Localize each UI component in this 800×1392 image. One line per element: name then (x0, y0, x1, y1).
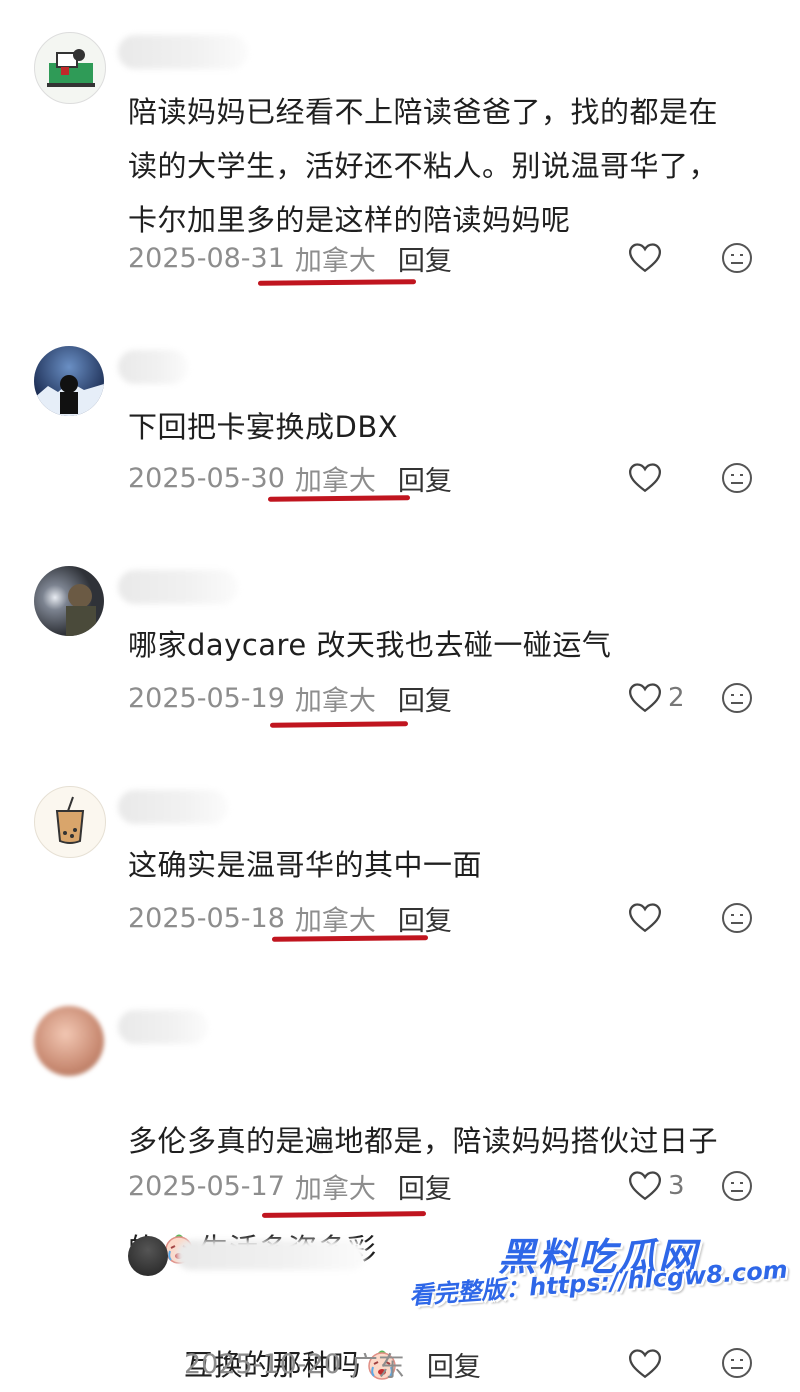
avatar[interactable] (34, 786, 106, 858)
comment-date: 2025-05-30 (128, 462, 285, 494)
username-blurred[interactable] (118, 790, 228, 824)
avatar[interactable] (34, 1006, 104, 1076)
heart-outline-icon (628, 1349, 662, 1379)
red-underline-annotation (269, 721, 409, 728)
reply-button[interactable]: 回复 (398, 679, 452, 718)
heart-outline-icon (628, 903, 662, 933)
comment-meta: 2025-10-20 广东 回复 (184, 1344, 481, 1384)
red-underline-annotation (257, 279, 417, 286)
reply-button[interactable]: 回复 (398, 239, 452, 278)
heart-outline-icon (628, 463, 662, 493)
comment-date: 2025-05-18 (128, 902, 285, 934)
comment-location: 加拿大 (294, 245, 376, 277)
emoji-face-icon[interactable] (720, 461, 754, 495)
username-blurred[interactable] (118, 1010, 208, 1044)
red-underline-annotation (271, 935, 429, 942)
emoji-face-icon[interactable] (720, 1169, 754, 1203)
comment-text: 这确实是温哥华的其中一面 (128, 848, 483, 882)
comment-location: 加拿大 (294, 1173, 376, 1205)
comment-date: 2025-10-20 (184, 1348, 341, 1380)
comment-meta: 2025-05-18 加拿大 回复 (128, 898, 452, 938)
comment-location: 加拿大 (294, 465, 376, 497)
comment-date: 2025-05-19 (128, 682, 285, 714)
avatar[interactable] (128, 1236, 168, 1276)
reply-button[interactable]: 回复 (398, 899, 452, 938)
comment-text: 哪家daycare 改天我也去碰一碰运气 (128, 628, 612, 662)
avatar[interactable] (34, 346, 104, 416)
comment-date: 2025-08-31 (128, 242, 285, 274)
comment-text-line: 多伦多真的是遍地都是，陪读妈妈搭伙过日子 (128, 1124, 719, 1158)
like-button[interactable] (628, 238, 668, 278)
reply-button[interactable]: 回复 (427, 1345, 481, 1384)
like-count: 3 (668, 1171, 685, 1201)
avatar[interactable] (34, 566, 104, 636)
emoji-face-icon[interactable] (720, 901, 754, 935)
emoji-face-icon[interactable] (720, 1346, 754, 1380)
comment-meta: 2025-05-17 加拿大 回复 (128, 1166, 452, 1206)
reply-button[interactable]: 回复 (398, 459, 452, 498)
heart-outline-icon (628, 243, 662, 273)
comment-text: 下回把卡宴换成DBX (128, 410, 399, 444)
avatar[interactable] (34, 32, 106, 104)
red-underline-annotation (267, 495, 411, 502)
reply-button[interactable]: 回复 (398, 1167, 452, 1206)
username-blurred[interactable] (118, 350, 188, 384)
comment-meta: 2025-08-31 加拿大 回复 (128, 238, 452, 278)
comment-location: 加拿大 (294, 685, 376, 717)
comment-meta: 2025-05-19 加拿大 回复 (128, 678, 452, 718)
comment-date: 2025-05-17 (128, 1170, 285, 1202)
heart-outline-icon (628, 683, 662, 713)
emoji-face-icon[interactable] (720, 681, 754, 715)
like-button[interactable] (628, 898, 668, 938)
like-button[interactable] (628, 1344, 662, 1384)
heart-outline-icon (628, 1171, 662, 1201)
username-blurred[interactable] (176, 1240, 366, 1270)
like-button[interactable]: 2 (628, 678, 685, 718)
comment-location: 加拿大 (294, 905, 376, 937)
like-button[interactable] (628, 458, 668, 498)
comment-text: 陪读妈妈已经看不上陪读爸爸了，找的都是在 读的大学生，活好还不粘人。别说温哥华了… (128, 95, 719, 237)
comment-meta: 2025-05-30 加拿大 回复 (128, 458, 452, 498)
emoji-face-icon[interactable] (720, 241, 754, 275)
comment-location: 广东 (350, 1351, 405, 1383)
username-blurred[interactable] (118, 570, 238, 604)
like-count: 2 (668, 683, 685, 713)
username-blurred[interactable] (118, 35, 248, 69)
like-button[interactable]: 3 (628, 1166, 685, 1206)
